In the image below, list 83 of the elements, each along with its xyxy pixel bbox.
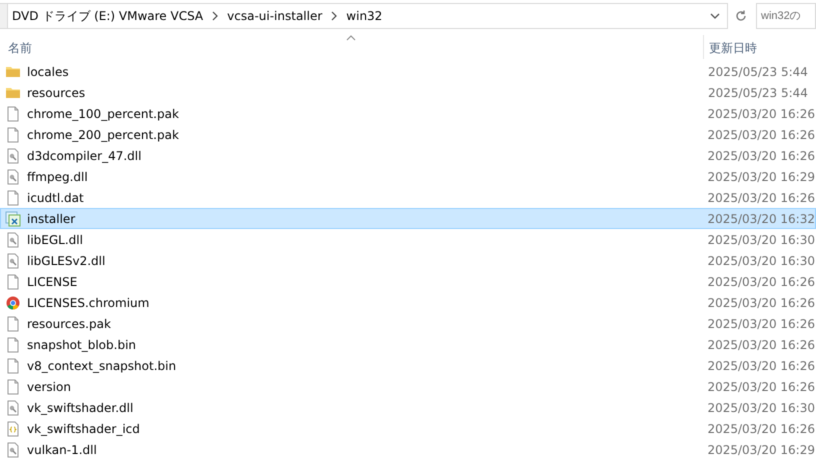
file-icon [5, 316, 21, 332]
gear-file-icon [5, 252, 21, 268]
sort-icon [346, 35, 356, 41]
file-row[interactable]: vk_swiftshader.dll 2025/03/20 16:30 [0, 397, 816, 418]
modified-date: 2025/03/20 16:26 [707, 336, 815, 354]
modified-date: 2025/03/20 16:30 [707, 232, 815, 248]
modified-date: 2025/05/23 5:44 [708, 64, 808, 80]
file-icon [5, 378, 21, 394]
modified-date: 2025/03/20 16:26 [707, 294, 815, 312]
gear-file-icon [5, 168, 21, 184]
file-name: chrome_200_percent.pak [27, 126, 180, 144]
file-name: d3dcompiler_47.dll [27, 148, 142, 164]
file-icon [5, 358, 21, 374]
modified-date: 2025/03/20 16:26 [707, 126, 815, 144]
file-row[interactable]: resources.pak 2025/03/20 16:26 [0, 313, 816, 334]
modified-date: 2025/03/20 16:30 [707, 400, 815, 416]
modified-date: 2025/03/20 16:26 [707, 316, 815, 332]
file-row[interactable]: libGLESv2.dll 2025/03/20 16:30 [0, 250, 816, 271]
file-name: vk_swiftshader.dll [27, 400, 134, 416]
installer-icon [5, 210, 21, 226]
column-header[interactable]: 名前 [8, 39, 709, 57]
file-row[interactable]: d3dcompiler_47.dll 2025/03/20 16:26 [0, 145, 816, 166]
file-name: snapshot_blob.bin [27, 336, 138, 354]
file-row[interactable]: vulkan-1.dll 2025/03/20 16:29 [0, 439, 816, 460]
file-name: libEGL.dll [27, 232, 84, 248]
gear-file-icon [5, 400, 21, 416]
file-name: LICENSE [27, 274, 78, 290]
file-row[interactable]: v8_context_snapshot.bin 2025/03/20 16:26 [0, 355, 816, 376]
column-header[interactable]: 更新日時 [709, 39, 757, 57]
file-row[interactable]: chrome_100_percent.pak 2025/03/20 16:26 [0, 103, 816, 124]
file-name: LICENSES.chromium [27, 294, 150, 312]
file-name: resources.pak [27, 316, 112, 332]
file-name: v8_context_snapshot.bin [27, 358, 178, 374]
file-name: chrome_100_percent.pak [27, 106, 180, 122]
file-name: installer [27, 210, 76, 228]
breadcrumb[interactable]: vcsa-ui-installer [223, 7, 326, 25]
modified-date: 2025/03/20 16:26 [707, 148, 815, 164]
modified-date: 2025/03/20 16:29 [707, 442, 815, 458]
file-name: icudtl.dat [27, 190, 85, 206]
file-name: version [27, 378, 72, 396]
json-file-icon [5, 420, 21, 436]
file-row[interactable]: locales 2025/05/23 5:44 [0, 61, 816, 82]
address-bar[interactable]: DVD ドライブ (E:) VMware VCSA vcsa-ui-installer win32 [0, 3, 728, 29]
modified-date: 2025/03/20 16:32 [707, 210, 815, 228]
file-name: resources [27, 84, 86, 102]
modified-date: 2025/03/20 16:26 [707, 274, 815, 290]
file-name: vulkan-1.dll [27, 442, 98, 458]
file-row[interactable]: LICENSE 2025/03/20 16:26 [0, 271, 816, 292]
file-icon [5, 190, 21, 206]
modified-date: 2025/03/20 16:26 [707, 378, 815, 396]
breadcrumb[interactable]: win32 [342, 7, 386, 25]
modified-date: 2025/03/20 16:26 [707, 420, 815, 438]
file-row[interactable]: ffmpeg.dll 2025/03/20 16:29 [0, 166, 816, 187]
modified-date: 2025/03/20 16:26 [707, 358, 815, 374]
search-field[interactable]: win32の [756, 3, 816, 29]
file-name: locales [27, 64, 70, 80]
file-row[interactable]: snapshot_blob.bin 2025/03/20 16:26 [0, 334, 816, 355]
refresh-icon[interactable] [734, 8, 748, 22]
file-icon [5, 336, 21, 352]
file-row[interactable]: version 2025/03/20 16:26 [0, 376, 816, 397]
modified-date: 2025/03/20 16:26 [707, 190, 815, 206]
modified-date: 2025/03/20 16:26 [707, 106, 815, 122]
file-icon [5, 126, 21, 142]
file-row[interactable]: chrome_200_percent.pak 2025/03/20 16:26 [0, 124, 816, 145]
file-row[interactable]: icudtl.dat 2025/03/20 16:26 [0, 187, 816, 208]
modified-date: 2025/03/20 16:29 [707, 168, 815, 186]
file-row[interactable]: resources 2025/05/23 5:44 [0, 82, 816, 103]
browser-icon [5, 294, 21, 310]
file-row[interactable]: installer 2025/03/20 16:32 [0, 208, 816, 229]
modified-date: 2025/05/23 5:44 [708, 84, 808, 102]
file-icon [5, 274, 21, 290]
file-icon [5, 106, 21, 122]
gear-file-icon [5, 232, 21, 248]
gear-file-icon [5, 148, 21, 164]
file-name: vk_swiftshader_icd [27, 420, 141, 438]
file-row[interactable]: vk_swiftshader_icd 2025/03/20 16:26 [0, 418, 816, 439]
modified-date: 2025/03/20 16:30 [707, 252, 815, 270]
breadcrumb[interactable]: DVD ドライブ (E:) VMware VCSA [8, 7, 208, 25]
file-name: libGLESv2.dll [27, 252, 106, 270]
file-name: ffmpeg.dll [27, 168, 89, 186]
gear-file-icon [5, 442, 21, 458]
file-row[interactable]: libEGL.dll 2025/03/20 16:30 [0, 229, 816, 250]
file-row[interactable]: LICENSES.chromium 2025/03/20 16:26 [0, 292, 816, 313]
